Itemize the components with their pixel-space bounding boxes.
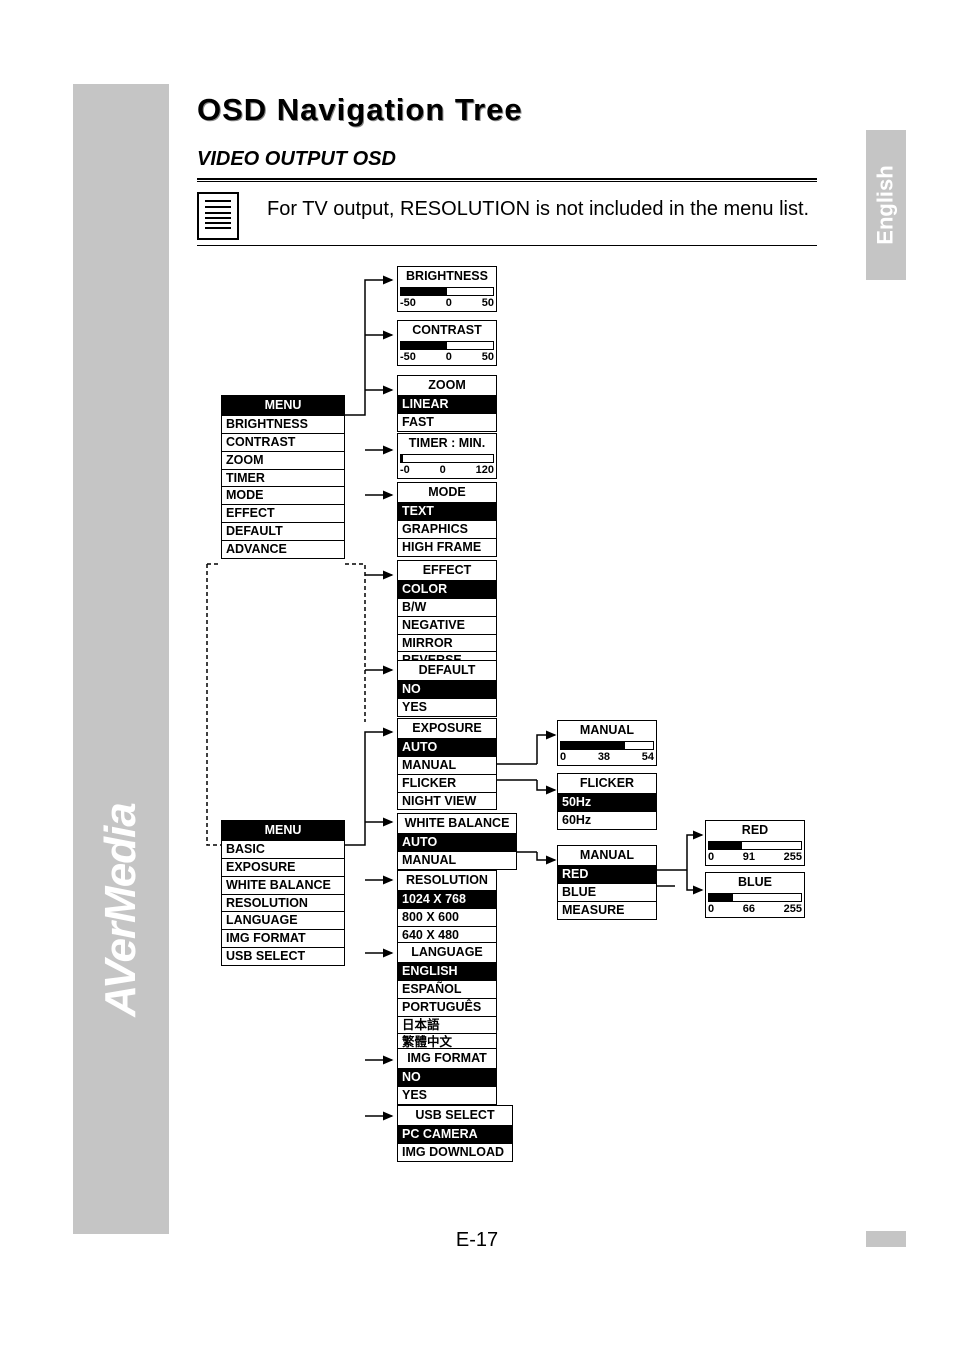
mode-box: MODE TEXT GRAPHICS HIGH FRAME xyxy=(397,482,497,557)
menu-advance: MENU BASIC EXPOSURE WHITE BALANCE RESOLU… xyxy=(221,820,345,966)
red-box: RED 091255 xyxy=(705,820,805,866)
rule xyxy=(197,245,817,246)
menu-main: MENU BRIGHTNESS CONTRAST ZOOM TIMER MODE… xyxy=(221,395,345,559)
whitebalance-box: WHITE BALANCE AUTO MANUAL xyxy=(397,813,517,870)
zoom-box: ZOOM LINEAR FAST xyxy=(397,375,497,432)
usbselect-box: USB SELECT PC CAMERA IMG DOWNLOAD xyxy=(397,1105,513,1162)
flicker-box: FLICKER 50Hz 60Hz xyxy=(557,773,657,830)
resolution-box: RESOLUTION 1024 X 768 800 X 600 640 X 48… xyxy=(397,870,497,945)
note-icon xyxy=(197,192,239,240)
note-text: For TV output, RESOLUTION is not include… xyxy=(267,198,809,221)
subtitle: VIDEO OUTPUT OSD xyxy=(197,148,396,171)
effect-box: EFFECT COLOR B/W NEGATIVE MIRROR REVERSE xyxy=(397,560,497,670)
page-number: E-17 xyxy=(0,1229,954,1252)
exposure-box: EXPOSURE AUTO MANUAL FLICKER NIGHT VIEW xyxy=(397,718,497,810)
timer-box: TIMER : MIN. -00120 xyxy=(397,433,497,479)
brand-logo: AVerMedia xyxy=(73,730,169,1090)
wb-manual-box: MANUAL RED BLUE MEASURE xyxy=(557,845,657,920)
page-title: OSD Navigation Tree xyxy=(197,92,523,128)
navigation-tree: MENU BRIGHTNESS CONTRAST ZOOM TIMER MODE… xyxy=(197,260,837,1180)
default-box: DEFAULT NO YES xyxy=(397,660,497,717)
language-tab: English xyxy=(866,130,906,280)
imgformat-box: IMG FORMAT NO YES xyxy=(397,1048,497,1105)
manual-exposure-box: MANUAL 03854 xyxy=(557,720,657,766)
contrast-box: CONTRAST -50050 xyxy=(397,320,497,366)
blue-box: BLUE 066255 xyxy=(705,872,805,918)
brightness-box: BRIGHTNESS -50050 xyxy=(397,266,497,312)
language-box: LANGUAGE ENGLISH ESPAÑOL PORTUGUÊS 日本語 繁… xyxy=(397,942,497,1052)
rule xyxy=(197,178,817,182)
